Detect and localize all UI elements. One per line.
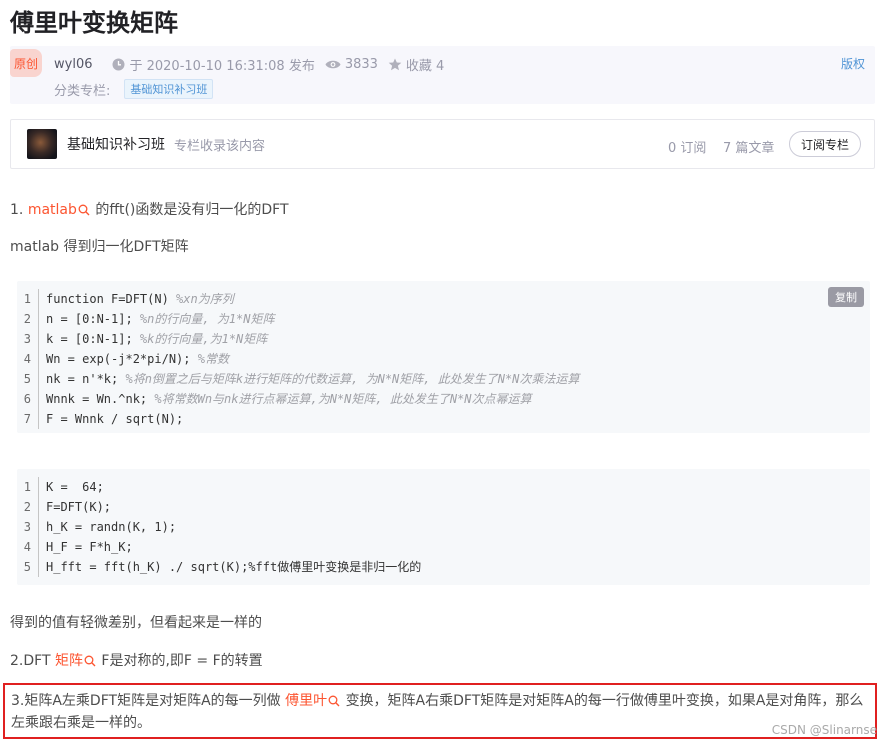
code-line: 6 Wnnk = Wn.^nk; %将常数Wn与nk进行点幂运算,为N*N矩阵, …: [17, 389, 532, 409]
p5-prefix: 3.矩阵A左乘DFT矩阵是对矩阵A的每一列做: [11, 693, 281, 709]
favorite-count-text: 收藏 4: [405, 59, 445, 74]
column-article-count: 7 篇文章: [723, 141, 775, 156]
author-link[interactable]: wyl06: [54, 57, 92, 72]
code-text: h_K = randn(K, 1);: [46, 520, 177, 534]
line-number: 5: [17, 557, 39, 577]
code-comment: %n的行向量, 为1*N矩阵: [139, 312, 275, 326]
line-number: 3: [17, 329, 39, 349]
column-desc: 专栏收录该内容: [174, 139, 266, 154]
code-block-2: 1 K = 64; 2 F=DFT(K); 3 h_K = randn(K, 1); 4 H_…: [17, 469, 870, 585]
code-line: 3 k = [0:N-1]; %k的行向量,为1*N矩阵: [17, 329, 267, 349]
article-meta-bar: 原创 wyl06 于 2020-10-10 16:31:08 发布 3833 收…: [10, 46, 875, 104]
code-text: F = Wnnk / sqrt(N);: [46, 412, 184, 426]
code-comment: %常数: [197, 352, 229, 366]
line-number: 4: [17, 349, 39, 369]
category-label: 分类专栏:: [54, 83, 111, 99]
code-line: 7 F = Wnnk / sqrt(N);: [17, 409, 183, 429]
code-line: 2 n = [0:N-1]; %n的行向量, 为1*N矩阵: [17, 309, 275, 329]
clock-icon: [112, 58, 125, 71]
matlab-link[interactable]: matlab: [28, 202, 77, 218]
code-comment: %xn为序列: [176, 292, 234, 306]
code-text: Wn = exp(-j*2*pi/N);: [46, 352, 198, 366]
code-comment: %将n倒置之后与矩阵k进行矩阵的代数运算, 为N*N矩阵, 此处发生了N*N次乘…: [125, 372, 580, 386]
code-line: 4 H_F = F*h_K;: [17, 537, 133, 557]
search-icon[interactable]: [84, 655, 96, 667]
view-count: 3833: [325, 57, 378, 72]
fourier-link[interactable]: 傅里叶: [285, 693, 327, 709]
line-number: 2: [17, 309, 39, 329]
p4-rest: F是对称的,即F = F的转置: [101, 653, 263, 669]
publish-time: 于 2020-10-10 16:31:08 发布: [112, 55, 315, 74]
paragraph-1: 1. matlab 的fft()函数是没有归一化的DFT: [10, 199, 289, 221]
column-avatar[interactable]: [27, 129, 57, 159]
line-number: 7: [17, 409, 39, 429]
highlight-annotation-box: 3.矩阵A左乘DFT矩阵是对矩阵A的每一列做 傅里叶 变换，矩阵A右乘DFT矩阵…: [3, 683, 877, 739]
code-text: H_F = F*h_K;: [46, 540, 133, 554]
paragraph-3: 得到的值有轻微差别，但看起来是一样的: [10, 615, 262, 631]
search-icon[interactable]: [328, 695, 340, 707]
code-line: 3 h_K = randn(K, 1);: [17, 517, 176, 537]
line-number: 3: [17, 517, 39, 537]
p4-prefix: 2.DFT: [10, 653, 51, 669]
code-comment: %将常数Wn与nk进行点幂运算,为N*N矩阵, 此处发生了N*N次点幂运算: [154, 392, 532, 406]
article-title: 傅里叶变换矩阵: [10, 9, 178, 37]
paragraph-5: 3.矩阵A左乘DFT矩阵是对矩阵A的每一列做 傅里叶 变换，矩阵A右乘DFT矩阵…: [11, 690, 875, 734]
column-subscribers: 0 订阅: [668, 141, 707, 156]
code-line: 1 function F=DFT(N) %xn为序列: [17, 289, 234, 309]
matrix-link[interactable]: 矩阵: [55, 653, 83, 669]
code-text: F=DFT(K);: [46, 500, 112, 514]
copy-button[interactable]: 复制: [828, 287, 864, 307]
subscribe-column-button[interactable]: 订阅专栏: [789, 131, 861, 157]
code-text: Wnnk = Wn.^nk;: [46, 392, 155, 406]
code-comment: %k的行向量,为1*N矩阵: [139, 332, 268, 346]
category-tag[interactable]: 基础知识补习班: [124, 79, 214, 99]
code-text: H_fft = fft(h_K) ./ sqrt(K);%fft做傅里叶变换是非…: [46, 560, 422, 574]
csdn-watermark: CSDN @Slinarnse: [771, 723, 877, 737]
code-line: 4 Wn = exp(-j*2*pi/N); %常数: [17, 349, 229, 369]
code-line: 1 K = 64;: [17, 477, 104, 497]
line-number: 1: [17, 477, 39, 497]
star-icon: [388, 58, 402, 71]
p1-rest: 的fft()函数是没有归一化的DFT: [95, 202, 289, 218]
search-icon[interactable]: [78, 204, 90, 216]
code-text: n = [0:N-1];: [46, 312, 140, 326]
code-text: K = 64;: [46, 480, 104, 494]
original-badge: 原创: [10, 49, 42, 77]
line-number: 4: [17, 537, 39, 557]
code-text: nk = n'*k;: [46, 372, 126, 386]
code-line: 5 nk = n'*k; %将n倒置之后与矩阵k进行矩阵的代数运算, 为N*N矩阵…: [17, 369, 579, 389]
copyright-link[interactable]: 版权: [841, 55, 865, 72]
eye-icon: [325, 60, 341, 69]
code-block-1: 复制 1 function F=DFT(N) %xn为序列 2 n = [0:N-1]…: [17, 281, 870, 433]
p1-prefix: 1.: [10, 202, 24, 218]
view-count-text: 3833: [344, 57, 378, 72]
paragraph-4: 2.DFT 矩阵 F是对称的,即F = F的转置: [10, 650, 263, 672]
paragraph-2: matlab 得到归一化DFT矩阵: [10, 239, 189, 255]
code-text: function F=DFT(N): [46, 292, 177, 306]
publish-time-text: 于 2020-10-10 16:31:08 发布: [129, 59, 315, 74]
line-number: 1: [17, 289, 39, 309]
column-card: 基础知识补习班 专栏收录该内容 0 订阅 7 篇文章 订阅专栏: [10, 119, 875, 169]
favorite-count[interactable]: 收藏 4: [388, 55, 444, 74]
line-number: 6: [17, 389, 39, 409]
column-name[interactable]: 基础知识补习班: [67, 134, 165, 154]
code-line: 5 H_fft = fft(h_K) ./ sqrt(K);%fft做傅里叶变换是…: [17, 557, 421, 577]
code-text: k = [0:N-1];: [46, 332, 140, 346]
line-number: 2: [17, 497, 39, 517]
line-number: 5: [17, 369, 39, 389]
code-line: 2 F=DFT(K);: [17, 497, 111, 517]
